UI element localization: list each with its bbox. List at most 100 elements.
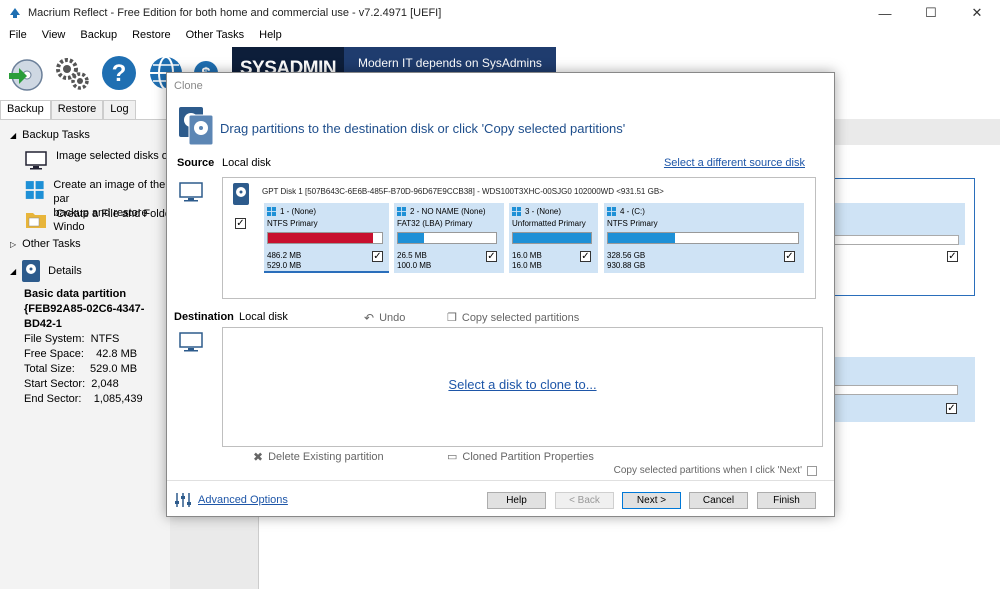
other-tasks-header[interactable]: ▷ Other Tasks (10, 238, 81, 250)
macrium-app-icon (10, 8, 20, 18)
partition-type: FAT32 (LBA) Primary (397, 219, 473, 228)
backup-tasks-header[interactable]: ◢ Backup Tasks (10, 129, 90, 141)
partition-usage-bar (512, 232, 592, 244)
menu-file[interactable]: File (0, 29, 33, 41)
menu-restore[interactable]: Restore (123, 29, 177, 41)
source-disk-label: Local disk (222, 157, 271, 169)
details-header[interactable]: ◢ Details (10, 259, 82, 283)
partition-usage-bar (267, 232, 383, 244)
close-button[interactable]: ✕ (954, 0, 1000, 26)
details-title: Basic data partition (24, 288, 127, 300)
finish-button[interactable]: Finish (757, 492, 816, 509)
partition-3[interactable]: 3 - (None) Unformatted Primary 16.0 MB 1… (509, 203, 598, 273)
sliders-icon (175, 493, 191, 507)
back-button[interactable]: < Back (555, 492, 614, 509)
windows-logo-icon (512, 207, 521, 216)
source-label: Source (177, 157, 215, 169)
details-start-sector: Start Sector: 2,048 (24, 378, 119, 390)
partition-type: NTFS Primary (267, 219, 318, 228)
details-label: Details (48, 265, 82, 277)
details-end-sector: End Sector: 1,085,439 (24, 393, 143, 405)
disk-details-icon (22, 260, 41, 282)
minimize-button[interactable]: — (862, 0, 908, 26)
partition-type: Unformatted Primary (512, 219, 586, 228)
background-checkbox: ✓ (946, 403, 957, 414)
partition-total: 100.0 MB (397, 261, 432, 270)
dialog-title: Clone (174, 80, 203, 92)
left-tabs: Backup Restore Log (0, 100, 136, 119)
details-panel: Basic data partition {FEB92A85-02C6-4347… (24, 287, 170, 407)
backup-tasks-label: Backup Tasks (22, 129, 90, 141)
backup-disk-icon[interactable] (3, 51, 47, 95)
cancel-button[interactable]: Cancel (689, 492, 748, 509)
details-total-size: Total Size: 529.0 MB (24, 363, 138, 375)
window-title: Macrium Reflect - Free Edition for both … (28, 7, 442, 19)
partition-checkbox[interactable]: ✓ (784, 251, 795, 262)
menu-backup[interactable]: Backup (71, 29, 123, 41)
copy-icon: ❐ (447, 312, 457, 324)
undo-icon: ↶ (364, 311, 375, 325)
select-disk-to-clone-link[interactable]: Select a disk to clone to... (223, 377, 822, 392)
help-icon[interactable]: ? (97, 51, 141, 95)
copy-selected-partitions-button[interactable]: ❐ Copy selected partitions (447, 311, 580, 325)
partition-used: 486.2 MB (267, 251, 302, 260)
partition-name: 1 - (None) (280, 207, 317, 216)
details-file-system: File System: NTFS (24, 333, 120, 345)
copy-on-next-checkbox[interactable] (807, 465, 817, 476)
partition-total: 16.0 MB (512, 261, 542, 270)
partition-name: 2 - NO NAME (None) (410, 207, 486, 216)
other-tasks-label: Other Tasks (22, 238, 81, 250)
background-disk-box: ✓ (830, 178, 975, 296)
partition-used: 26.5 MB (397, 251, 427, 260)
cloned-partition-properties-button[interactable]: ▭ Cloned Partition Properties (447, 450, 594, 464)
collapsed-arrow-icon: ▷ (10, 239, 17, 249)
settings-gears-icon[interactable] (50, 51, 94, 95)
folder-icon (26, 213, 46, 228)
partition-checkbox[interactable]: ✓ (372, 251, 383, 262)
copy-selected-label: Copy selected partitions (461, 311, 580, 324)
source-disk-area: GPT Disk 1 [507B643C-6E6B-485F-B70D-96D6… (222, 177, 816, 299)
source-computer-icon (179, 182, 203, 202)
maximize-button[interactable]: ☐ (908, 0, 954, 26)
windows-logo-icon (267, 207, 276, 216)
advanced-options-link[interactable]: Advanced Options (174, 492, 288, 508)
partition-2[interactable]: 2 - NO NAME (None) FAT32 (LBA) Primary 2… (394, 203, 504, 273)
partition-usage-fill (608, 233, 675, 243)
cloned-props-label: Cloned Partition Properties (462, 450, 594, 463)
select-all-checkbox[interactable]: ✓ (235, 218, 246, 229)
partition-usage-fill (268, 233, 373, 243)
partition-1[interactable]: 1 - (None) NTFS Primary 486.2 MB 529.0 M… (264, 203, 389, 273)
partition-used: 16.0 MB (512, 251, 542, 260)
dialog-footer: Advanced Options Help < Back Next > Canc… (167, 480, 834, 516)
partition-name: 4 - (C:) (620, 207, 645, 216)
title-bar: Macrium Reflect - Free Edition for both … (0, 0, 1000, 26)
partition-used: 328.56 GB (607, 251, 646, 260)
copy-on-next-label: Copy selected partitions when I click 'N… (613, 465, 802, 476)
tab-restore[interactable]: Restore (50, 100, 104, 119)
copy-on-next-option[interactable]: Copy selected partitions when I click 'N… (614, 465, 817, 476)
partition-4[interactable]: 4 - (C:) NTFS Primary 328.56 GB 930.88 G… (604, 203, 804, 273)
next-button[interactable]: Next > (622, 492, 681, 509)
partition-type: NTFS Primary (607, 219, 658, 228)
menu-help[interactable]: Help (250, 29, 288, 41)
task-image-disks[interactable]: Image selected disks on th (24, 149, 186, 173)
select-different-source-link[interactable]: Select a different source disk (664, 157, 805, 169)
menu-bar: File View Backup Restore Other Tasks Hel… (0, 26, 1000, 44)
menu-view[interactable]: View (33, 29, 72, 41)
clone-dialog: Clone Drag partitions to the destination… (166, 72, 835, 517)
tab-backup[interactable]: Backup (0, 100, 51, 119)
expanded-arrow-icon: ◢ (10, 130, 17, 140)
partition-usage-bar (397, 232, 497, 244)
menu-other-tasks[interactable]: Other Tasks (177, 29, 251, 41)
undo-button[interactable]: ↶ Undo (364, 311, 405, 325)
partition-checkbox[interactable]: ✓ (486, 251, 497, 262)
partition-checkbox[interactable]: ✓ (580, 251, 591, 262)
windows-logo-icon (607, 207, 616, 216)
delete-existing-partition-button[interactable]: ✖ Delete Existing partition (253, 450, 384, 464)
clone-icon (179, 107, 214, 146)
help-button[interactable]: Help (487, 492, 546, 509)
advanced-options-label: Advanced Options (198, 494, 288, 506)
tab-log[interactable]: Log (103, 100, 136, 119)
destination-disk-area: Select a disk to clone to... (222, 327, 823, 447)
partition-usage-fill (398, 233, 425, 243)
